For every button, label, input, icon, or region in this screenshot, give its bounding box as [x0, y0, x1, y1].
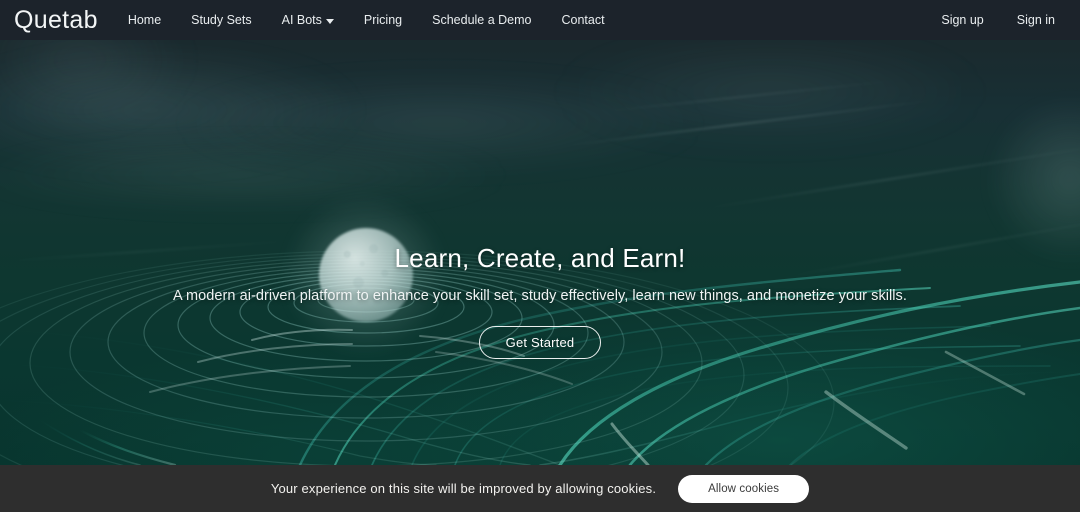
nav-links: Home Study Sets AI Bots Pricing Schedule…	[128, 13, 605, 27]
nav-link-schedule-a-demo[interactable]: Schedule a Demo	[432, 13, 531, 27]
nav-link-contact[interactable]: Contact	[562, 13, 605, 27]
hero-content: Learn, Create, and Earn! A modern ai-dri…	[0, 0, 1080, 465]
nav-link-pricing[interactable]: Pricing	[364, 13, 402, 27]
cookie-banner-message: Your experience on this site will be imp…	[270, 481, 657, 496]
hero-subtitle: A modern ai-driven platform to enhance y…	[173, 288, 907, 304]
nav-link-contact-label: Contact	[561, 13, 605, 27]
sign-in-button[interactable]: Sign in	[1017, 13, 1055, 27]
nav-link-pricing-label: Pricing	[363, 13, 403, 27]
page-root: Learn, Create, and Earn! A modern ai-dri…	[0, 0, 1080, 512]
nav-link-home-label: Home	[127, 13, 162, 27]
nav-link-study-sets[interactable]: Study Sets	[191, 13, 251, 27]
cookie-banner: Your experience on this site will be imp…	[0, 465, 1080, 512]
nav-auth-group: Sign up Sign in	[941, 13, 1055, 27]
allow-cookies-button[interactable]: Allow cookies	[678, 474, 810, 503]
page-title: Learn, Create, and Earn!	[394, 243, 686, 273]
nav-link-ai-bots[interactable]: AI Bots	[282, 13, 334, 27]
chevron-down-icon	[325, 18, 334, 24]
nav-link-ai-bots-label: AI Bots	[281, 13, 322, 27]
get-started-button[interactable]: Get Started	[478, 326, 602, 359]
sign-up-button[interactable]: Sign up	[941, 13, 983, 27]
nav-link-study-sets-label: Study Sets	[191, 13, 252, 27]
nav-link-schedule-a-demo-label: Schedule a Demo	[432, 13, 532, 27]
nav-link-home[interactable]: Home	[128, 13, 161, 27]
brand-logo[interactable]: Quetab	[14, 7, 98, 33]
navbar: Quetab Home Study Sets AI Bots Pricing S…	[0, 0, 1080, 40]
